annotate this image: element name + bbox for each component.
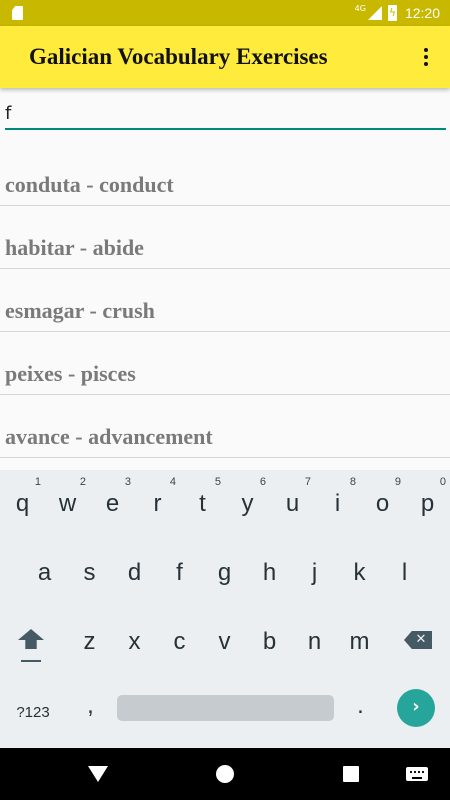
list-item-text: habitar - abide bbox=[5, 235, 144, 260]
key-t[interactable]: t5 bbox=[180, 472, 225, 532]
key-hint: 3 bbox=[124, 476, 131, 488]
home-icon[interactable] bbox=[216, 765, 234, 783]
sd-card-icon bbox=[12, 6, 23, 20]
key-s[interactable]: s bbox=[67, 541, 112, 601]
enter-key[interactable]: › bbox=[397, 689, 435, 727]
key-r[interactable]: r4 bbox=[135, 472, 180, 532]
key-e[interactable]: e3 bbox=[90, 472, 135, 532]
key-hint: 2 bbox=[79, 476, 86, 488]
key-j[interactable]: j bbox=[292, 541, 337, 601]
period-key[interactable]: . bbox=[338, 674, 383, 734]
list-item-text: avance - advancement bbox=[5, 424, 213, 449]
key-f[interactable]: f bbox=[157, 541, 202, 601]
key-w[interactable]: w2 bbox=[45, 472, 90, 532]
key-u[interactable]: u7 bbox=[270, 472, 315, 532]
clock: 12:20 bbox=[404, 5, 440, 21]
navigation-bar bbox=[0, 748, 450, 800]
results-list: conduta - conduct habitar - abide esmaga… bbox=[0, 140, 450, 458]
soft-keyboard: q1 w2 e3 r4 t5 y6 u7 i8 o9 p0 a s d f g … bbox=[0, 470, 450, 748]
key-h[interactable]: h bbox=[247, 541, 292, 601]
overflow-menu-icon[interactable] bbox=[416, 46, 436, 68]
key-k[interactable]: k bbox=[337, 541, 382, 601]
search-input[interactable] bbox=[5, 98, 446, 130]
key-hint: 4 bbox=[169, 476, 176, 488]
network-type-label: 4G bbox=[354, 3, 366, 13]
keyboard-row-3: z x c v b n m bbox=[0, 610, 450, 670]
key-hint: 9 bbox=[394, 476, 401, 488]
keyboard-row-2: a s d f g h j k l bbox=[0, 541, 450, 601]
list-item[interactable]: conduta - conduct bbox=[0, 140, 450, 206]
list-item[interactable]: esmagar - crush bbox=[0, 269, 450, 332]
list-item-text: conduta - conduct bbox=[5, 172, 174, 197]
key-hint: 0 bbox=[439, 476, 446, 488]
key-d[interactable]: d bbox=[112, 541, 157, 601]
key-y[interactable]: y6 bbox=[225, 472, 270, 532]
key-l[interactable]: l bbox=[382, 541, 427, 601]
recents-icon[interactable] bbox=[343, 766, 359, 782]
key-v[interactable]: v bbox=[202, 610, 247, 670]
key-i[interactable]: i8 bbox=[315, 472, 360, 532]
key-c[interactable]: c bbox=[157, 610, 202, 670]
comma-key[interactable]: , bbox=[68, 674, 113, 734]
key-o[interactable]: o9 bbox=[360, 472, 405, 532]
key-m[interactable]: m bbox=[337, 610, 382, 670]
key-b[interactable]: b bbox=[247, 610, 292, 670]
list-item-text: esmagar - crush bbox=[5, 298, 155, 323]
signal-icon bbox=[367, 6, 382, 20]
key-hint: 6 bbox=[259, 476, 266, 488]
app-bar: Galician Vocabulary Exercises bbox=[0, 26, 450, 88]
status-icons: 4G 12:20 bbox=[355, 0, 440, 26]
list-item[interactable]: peixes - pisces bbox=[0, 332, 450, 395]
battery-charging-icon bbox=[387, 5, 397, 21]
list-item[interactable]: habitar - abide bbox=[0, 206, 450, 269]
key-hint: 7 bbox=[304, 476, 311, 488]
key-x[interactable]: x bbox=[112, 610, 157, 670]
list-item-text: peixes - pisces bbox=[5, 361, 136, 386]
key-g[interactable]: g bbox=[202, 541, 247, 601]
key-hint: 5 bbox=[214, 476, 221, 488]
keyboard-switch-icon[interactable] bbox=[406, 767, 428, 781]
key-n[interactable]: n bbox=[292, 610, 337, 670]
key-hint: 1 bbox=[34, 476, 41, 488]
key-z[interactable]: z bbox=[67, 610, 112, 670]
key-q[interactable]: q1 bbox=[0, 472, 45, 532]
list-item[interactable]: avance - advancement bbox=[0, 395, 450, 458]
key-a[interactable]: a bbox=[22, 541, 67, 601]
key-p[interactable]: p0 bbox=[405, 472, 450, 532]
space-bar[interactable] bbox=[117, 695, 334, 721]
app-title: Galician Vocabulary Exercises bbox=[29, 44, 328, 69]
status-bar: 4G 12:20 bbox=[0, 0, 450, 26]
symbols-key[interactable]: ?123 bbox=[6, 678, 60, 738]
key-hint: 8 bbox=[349, 476, 356, 488]
keyboard-row-1: q1 w2 e3 r4 t5 y6 u7 i8 o9 p0 bbox=[0, 472, 450, 532]
back-icon[interactable] bbox=[88, 766, 108, 782]
